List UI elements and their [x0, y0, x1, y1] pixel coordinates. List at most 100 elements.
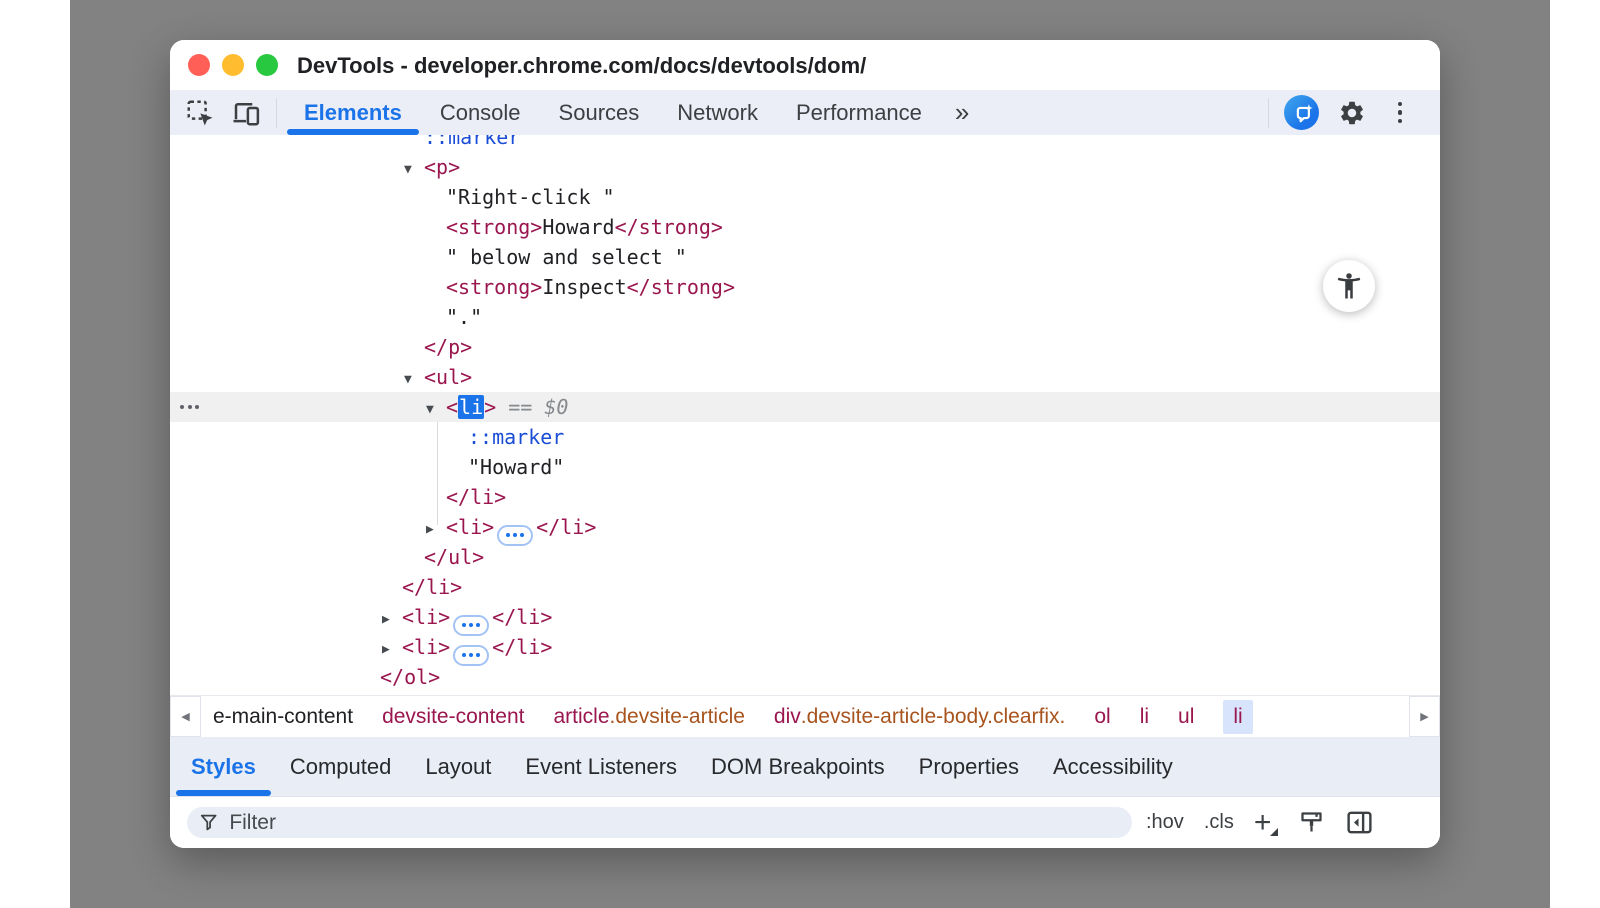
tree-row[interactable]: ▶<li> </li> — [170, 632, 1440, 662]
rendering-brush-icon[interactable] — [1298, 809, 1325, 836]
tree-row-selected[interactable]: ▼<li> == $0 — [170, 392, 1440, 422]
pseudo-state-toggle[interactable]: :hov — [1146, 811, 1184, 834]
toolbar-divider — [276, 98, 277, 128]
sidebar-tab-label: Layout — [425, 754, 491, 780]
title-bar: DevTools - developer.chrome.com/docs/dev… — [170, 40, 1440, 90]
tab-console[interactable]: Console — [421, 90, 540, 135]
sidebar-tab-label: Event Listeners — [525, 754, 677, 780]
code-text: "Howard" — [468, 455, 564, 479]
sidebar-tab-styles[interactable]: Styles — [174, 737, 273, 796]
tree-row[interactable]: ::marker — [170, 422, 1440, 452]
expand-arrow-down-icon[interactable]: ▼ — [426, 395, 446, 425]
settings-gear-icon[interactable] — [1335, 96, 1369, 130]
tree-row[interactable]: "Howard" — [170, 452, 1440, 482]
code-text: Inspect — [542, 275, 626, 299]
tab-label: Network — [677, 100, 758, 126]
tab-label: Elements — [304, 100, 402, 126]
new-style-rule-button[interactable]: + — [1254, 813, 1279, 833]
code-tag: </li> — [446, 485, 506, 509]
breadcrumb-item[interactable]: e-main-content — [213, 700, 353, 734]
crumb-tag: ul — [1178, 705, 1194, 729]
inspect-element-icon[interactable] — [184, 97, 216, 129]
window-title: DevTools - developer.chrome.com/docs/dev… — [297, 40, 866, 90]
tab-label: Performance — [796, 100, 922, 126]
tab-label: Sources — [559, 100, 640, 126]
sidebar-tab-dom-breakpoints[interactable]: DOM Breakpoints — [694, 737, 902, 796]
expand-arrow-right-icon[interactable]: ▶ — [426, 515, 446, 545]
crumb-tag: devsite-content — [382, 705, 524, 729]
tree-row[interactable]: ::marker — [170, 135, 1440, 152]
tree-row[interactable]: </li> — [170, 572, 1440, 602]
tree-row[interactable]: <strong>Inspect</strong> — [170, 272, 1440, 302]
crumb-class: .devsite-article-body.clearfix. — [801, 705, 1066, 729]
tab-network[interactable]: Network — [658, 90, 777, 135]
sidebar-tab-label: Styles — [191, 754, 256, 780]
code-tag: </li> — [492, 635, 552, 659]
breadcrumb-item[interactable]: ol — [1094, 700, 1110, 734]
devtools-toolbar: Elements Console Sources Network Performance… — [170, 90, 1440, 135]
code-tag: <strong> — [446, 215, 542, 239]
sidebar-tab-properties[interactable]: Properties — [902, 737, 1036, 796]
breadcrumb-scroll-left-icon[interactable]: ◀ — [170, 696, 201, 737]
code-tag: > — [484, 395, 496, 419]
expand-arrow-right-icon[interactable]: ▶ — [382, 635, 402, 665]
tree-row[interactable]: </ul> — [170, 542, 1440, 572]
code-tag: < — [446, 395, 458, 419]
code-tag: <li> — [446, 515, 494, 539]
breadcrumb-item[interactable]: devsite-content — [382, 700, 524, 734]
breadcrumb-scroll-right-icon[interactable]: ▶ — [1409, 696, 1440, 737]
sidebar-tab-accessibility[interactable]: Accessibility — [1036, 737, 1190, 796]
tree-row[interactable]: <strong>Howard</strong> — [170, 212, 1440, 242]
filter-field[interactable] — [187, 807, 1132, 838]
sidebar-tab-computed[interactable]: Computed — [273, 737, 409, 796]
expand-arrow-down-icon[interactable]: ▼ — [404, 155, 424, 185]
tree-row[interactable]: ▼<ul> — [170, 362, 1440, 392]
breadcrumb-item[interactable]: div.devsite-article-body.clearfix. — [774, 700, 1065, 734]
expand-arrow-down-icon[interactable]: ▼ — [404, 365, 424, 395]
toggle-sidebar-icon[interactable] — [1345, 808, 1374, 837]
sidebar-tab-label: Accessibility — [1053, 754, 1173, 780]
breadcrumb-item-selected[interactable]: li — [1223, 700, 1252, 734]
tree-row[interactable]: </ol> — [170, 662, 1440, 692]
device-toolbar-icon[interactable] — [230, 97, 262, 129]
devtools-window: DevTools - developer.chrome.com/docs/dev… — [170, 40, 1440, 848]
breadcrumb-item[interactable]: li — [1140, 700, 1149, 734]
more-tabs-icon[interactable]: » — [941, 97, 981, 128]
breadcrumb-item[interactable]: article.devsite-article — [554, 700, 745, 734]
tree-row[interactable]: "Right-click " — [170, 182, 1440, 212]
kebab-menu-icon[interactable] — [1383, 96, 1417, 130]
code-tag: <p> — [424, 155, 460, 179]
code-tag: </li> — [492, 605, 552, 629]
zoom-button[interactable] — [256, 54, 278, 76]
code-dollar: $0 — [544, 395, 568, 419]
tree-row[interactable]: " below and select " — [170, 242, 1440, 272]
tree-row[interactable]: ▶<li></li> — [170, 512, 1440, 542]
accessibility-overlay-button[interactable] — [1323, 260, 1375, 312]
code-tag: <li> — [402, 635, 450, 659]
tree-row[interactable]: </li> — [170, 482, 1440, 512]
expand-arrow-right-icon[interactable]: ▶ — [382, 605, 402, 635]
tree-row[interactable]: ▶<li></li> — [170, 602, 1440, 632]
row-overflow-dots-icon[interactable] — [180, 405, 199, 409]
tree-row[interactable]: ▼<p> — [170, 152, 1440, 182]
code-tag: </strong> — [615, 215, 723, 239]
close-button[interactable] — [188, 54, 210, 76]
tab-elements[interactable]: Elements — [285, 90, 421, 135]
minimize-button[interactable] — [222, 54, 244, 76]
sidebar-tab-layout[interactable]: Layout — [408, 737, 508, 796]
tree-row[interactable]: "." — [170, 302, 1440, 332]
breadcrumb-item[interactable]: ul — [1178, 700, 1194, 734]
sidebar-tab-event-listeners[interactable]: Event Listeners — [508, 737, 694, 796]
sidebar-tab-label: Properties — [919, 754, 1019, 780]
code-hl: li — [458, 395, 484, 419]
tree-row[interactable]: </p> — [170, 332, 1440, 362]
class-toggle[interactable]: .cls — [1204, 811, 1234, 834]
code-text: "Right-click " — [446, 185, 615, 209]
tab-sources[interactable]: Sources — [540, 90, 659, 135]
filter-input[interactable] — [229, 811, 1120, 835]
tab-performance[interactable]: Performance — [777, 90, 941, 135]
panel-tabs: Elements Console Sources Network Performance — [285, 90, 941, 135]
code-tag: <strong> — [446, 275, 542, 299]
ai-assistance-icon[interactable] — [1284, 95, 1319, 130]
dom-tree: ::marker▼<p>"Right-click "<strong>Howard… — [170, 135, 1440, 692]
